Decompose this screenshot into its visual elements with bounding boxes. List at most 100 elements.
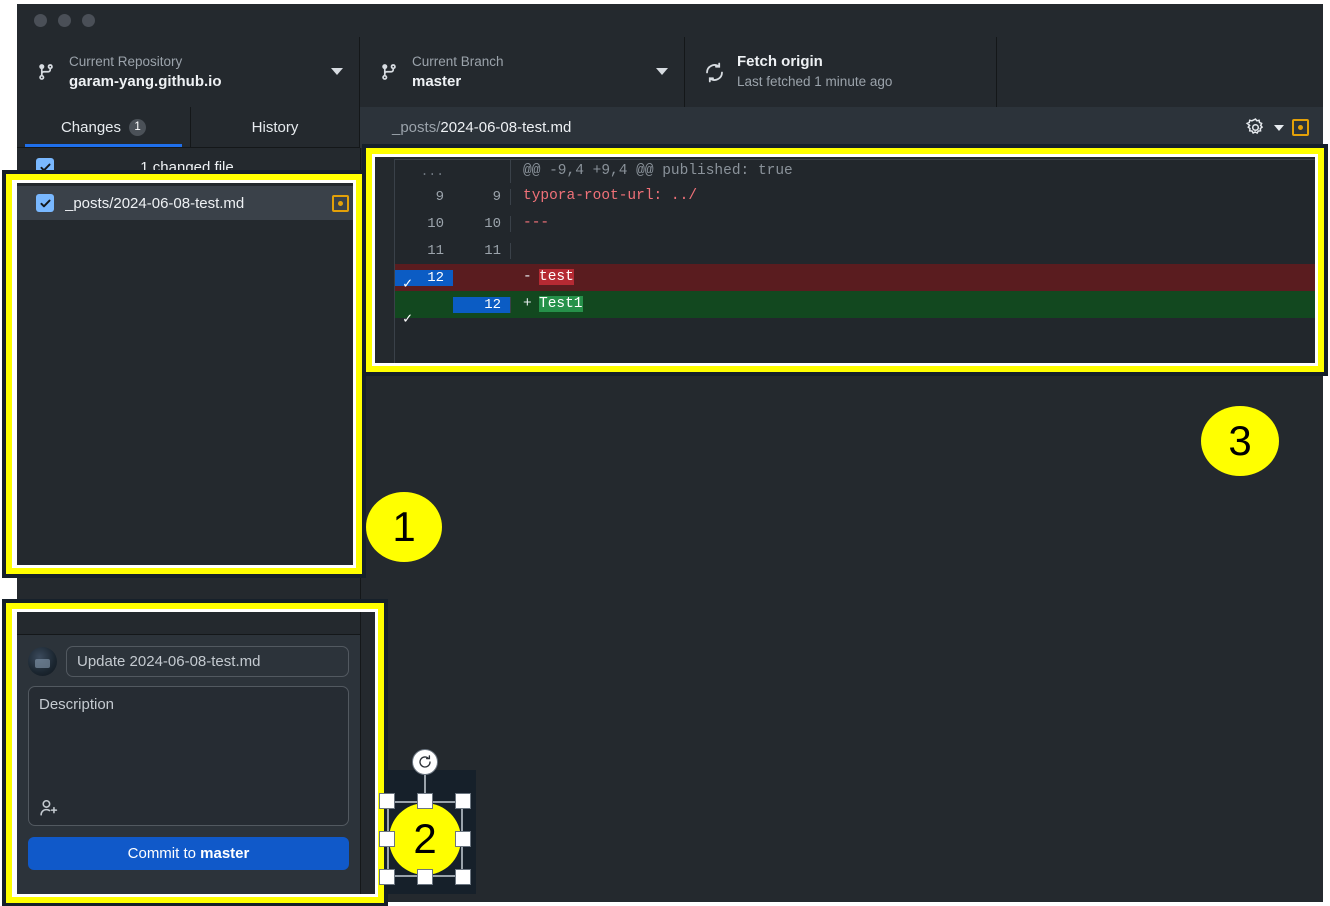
diff-deleted-text: test [539, 269, 574, 285]
gear-icon[interactable] [1245, 117, 1266, 138]
repository-text: Current Repository garam-yang.github.io [69, 52, 222, 92]
tabs-and-file-header: Changes 1 History _posts/2024-06-08-test… [17, 107, 1323, 149]
commit-button-branch: master [200, 845, 250, 862]
resize-handle-n[interactable] [417, 793, 433, 809]
diff-added-text: Test1 [539, 296, 583, 312]
diff-line-text: - test [511, 264, 1321, 291]
branch-value: master [412, 73, 462, 90]
list-item[interactable]: _posts/2024-06-08-test.md [17, 186, 360, 220]
changed-file-list[interactable]: _posts/2024-06-08-test.md [17, 186, 360, 634]
annotation-badge-3[interactable]: 3 [1201, 406, 1279, 476]
resize-handle-sw[interactable] [379, 869, 395, 885]
check-icon: ✓ [403, 310, 413, 328]
resize-handle-s[interactable] [417, 869, 433, 885]
diff-viewer[interactable]: ... @@ -9,4 +9,4 @@ published: true 9 9 … [394, 159, 1322, 364]
zoom-window-button[interactable] [82, 14, 95, 27]
diff-hunk-header: ... @@ -9,4 +9,4 @@ published: true [395, 160, 1321, 183]
new-line-number: 9 [453, 188, 511, 205]
annotation-badge-1[interactable]: 1 [366, 492, 442, 562]
diff-pane: ... @@ -9,4 +9,4 @@ published: true 9 9 … [361, 148, 1323, 902]
diff-options [1245, 117, 1309, 138]
selection-frame [387, 801, 463, 877]
select-all-checkbox[interactable] [36, 158, 54, 176]
fetch-title: Fetch origin [737, 53, 823, 70]
screenshot-root: Current Repository garam-yang.github.io … [0, 0, 1330, 906]
hunk-new-gutter [453, 160, 511, 183]
commit-button-prefix: Commit to [127, 845, 201, 862]
resize-handle-se[interactable] [455, 869, 471, 885]
add-person-icon[interactable] [38, 797, 60, 819]
old-line-number: 10 [427, 215, 444, 232]
diff-line-text [511, 237, 1321, 264]
tab-history-label: History [251, 118, 299, 136]
modified-status-badge [1292, 119, 1309, 136]
hunk-header-text: @@ -9,4 +9,4 @@ published: true [523, 163, 793, 179]
diff-marker-minus: - [523, 269, 532, 285]
fetch-text: Fetch origin Last fetched 1 minute ago [737, 52, 892, 92]
old-line-number[interactable]: ✓ 12 [395, 269, 453, 293]
rotate-icon[interactable] [412, 749, 438, 775]
commit-to-branch-button[interactable]: Commit to master [28, 837, 349, 870]
new-line-number[interactable]: 12 [453, 296, 511, 313]
git-branch-icon [33, 57, 59, 87]
diff-line-added[interactable]: ✓ 12 + Test1 [395, 291, 1321, 328]
diff-line-text: --- [523, 215, 550, 231]
file-path-prefix: _posts/ [392, 119, 441, 136]
fetch-origin-button[interactable]: Fetch origin Last fetched 1 minute ago [685, 37, 997, 107]
diff-line-context: 11 11 [395, 237, 1321, 264]
diff-marker-plus: + [523, 296, 532, 312]
changed-files-count: 1 changed file [140, 158, 234, 176]
current-branch-button[interactable]: Current Branch master [360, 37, 685, 107]
github-desktop-window: Current Repository garam-yang.github.io … [17, 4, 1323, 902]
chevron-down-icon[interactable] [1274, 124, 1284, 131]
repository-value: garam-yang.github.io [69, 73, 222, 90]
close-window-button[interactable] [34, 14, 47, 27]
new-line-number: 10 [453, 215, 511, 232]
resize-handle-nw[interactable] [379, 793, 395, 809]
commit-summary-row [28, 646, 349, 677]
selected-annotation-badge-2[interactable]: 2 [379, 749, 471, 885]
repository-chevron-down-icon [331, 68, 343, 75]
file-checkbox[interactable] [36, 194, 54, 212]
file-path: _posts/2024-06-08-test.md [392, 119, 571, 136]
fetch-subtitle: Last fetched 1 minute ago [737, 74, 893, 89]
commit-panel: Commit to master [17, 634, 360, 902]
git-branch-icon [376, 57, 402, 87]
resize-handle-e[interactable] [455, 831, 471, 847]
diff-line-context: 9 9 typora-root-url: ../ [395, 183, 1321, 210]
tab-changes-label: Changes [60, 118, 122, 136]
tab-changes-badge: 1 [129, 118, 147, 136]
old-line-number: 9 [435, 188, 444, 205]
changed-files-summary-row: 1 changed file [17, 148, 360, 187]
diff-line-text: typora-root-url: ../ [523, 188, 698, 204]
branch-text: Current Branch master [412, 52, 504, 92]
tab-history[interactable]: History [191, 107, 360, 148]
changes-sidebar: 1 changed file _posts/2024-06-08-test.md [17, 148, 361, 902]
sync-icon [701, 57, 727, 87]
diff-line-deleted[interactable]: ✓ 12 - test [395, 264, 1321, 293]
commit-summary-input[interactable] [66, 646, 349, 677]
resize-handle-w[interactable] [379, 831, 395, 847]
check-icon: ✓ [403, 275, 413, 293]
branch-label: Current Branch [412, 54, 504, 69]
old-line-number: 11 [427, 242, 444, 259]
avatar [28, 647, 57, 676]
current-repository-button[interactable]: Current Repository garam-yang.github.io [17, 37, 360, 107]
annotation-badge-1-label: 1 [392, 503, 416, 550]
tab-changes[interactable]: Changes 1 [17, 107, 191, 148]
window-titlebar [17, 4, 1323, 37]
commit-description-input[interactable] [29, 687, 348, 825]
new-line-number: 11 [453, 242, 511, 259]
file-name: _posts/2024-06-08-test.md [65, 194, 245, 212]
resize-handle-ne[interactable] [455, 793, 471, 809]
branch-chevron-down-icon [656, 68, 668, 75]
file-modified-badge [332, 194, 349, 212]
commit-description-wrapper [28, 686, 349, 826]
hunk-old-gutter: ... [420, 164, 444, 179]
diff-line-context: 10 10 --- [395, 210, 1321, 237]
repository-label: Current Repository [69, 54, 183, 69]
minimize-window-button[interactable] [58, 14, 71, 27]
diff-file-header: _posts/2024-06-08-test.md [360, 107, 1323, 149]
file-path-name: 2024-06-08-test.md [440, 119, 572, 136]
